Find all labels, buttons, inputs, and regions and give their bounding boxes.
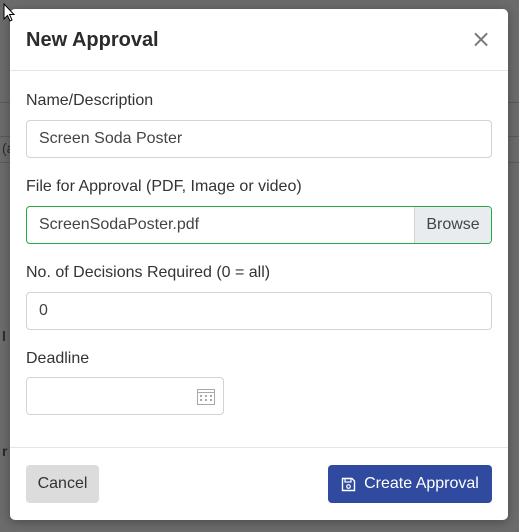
cancel-button[interactable]: Cancel — [26, 465, 99, 503]
mouse-pointer-icon — [3, 3, 16, 22]
browse-button[interactable]: Browse — [414, 207, 491, 243]
modal-body: Name/Description File for Approval (PDF,… — [10, 71, 508, 447]
floppy-disk-icon — [341, 477, 356, 491]
name-label: Name/Description — [26, 92, 154, 109]
modal-footer: Cancel Create Approval — [10, 447, 508, 520]
background-text-fragment: l — [2, 328, 6, 344]
file-picker[interactable]: ScreenSodaPoster.pdf Browse — [26, 206, 492, 244]
deadline-label: Deadline — [26, 350, 90, 367]
modal-title: New Approval — [26, 29, 159, 51]
file-name-display: ScreenSodaPoster.pdf — [39, 216, 200, 233]
name-description-input[interactable] — [26, 120, 492, 158]
deadline-date-input[interactable] — [26, 377, 224, 415]
calendar-icon[interactable] — [197, 388, 215, 405]
close-icon: × — [470, 25, 492, 53]
close-button[interactable]: × — [470, 27, 492, 51]
new-approval-modal: New Approval × Name/Description File for… — [10, 9, 508, 520]
create-approval-button[interactable]: Create Approval — [328, 465, 492, 503]
file-label: File for Approval (PDF, Image or video) — [26, 178, 302, 195]
decisions-required-input[interactable] — [26, 292, 492, 330]
background-text-fragment: r — [2, 443, 8, 459]
decisions-label: No. of Decisions Required (0 = all) — [26, 264, 271, 281]
modal-header: New Approval × — [10, 9, 508, 71]
create-approval-label: Create Approval — [364, 475, 479, 492]
